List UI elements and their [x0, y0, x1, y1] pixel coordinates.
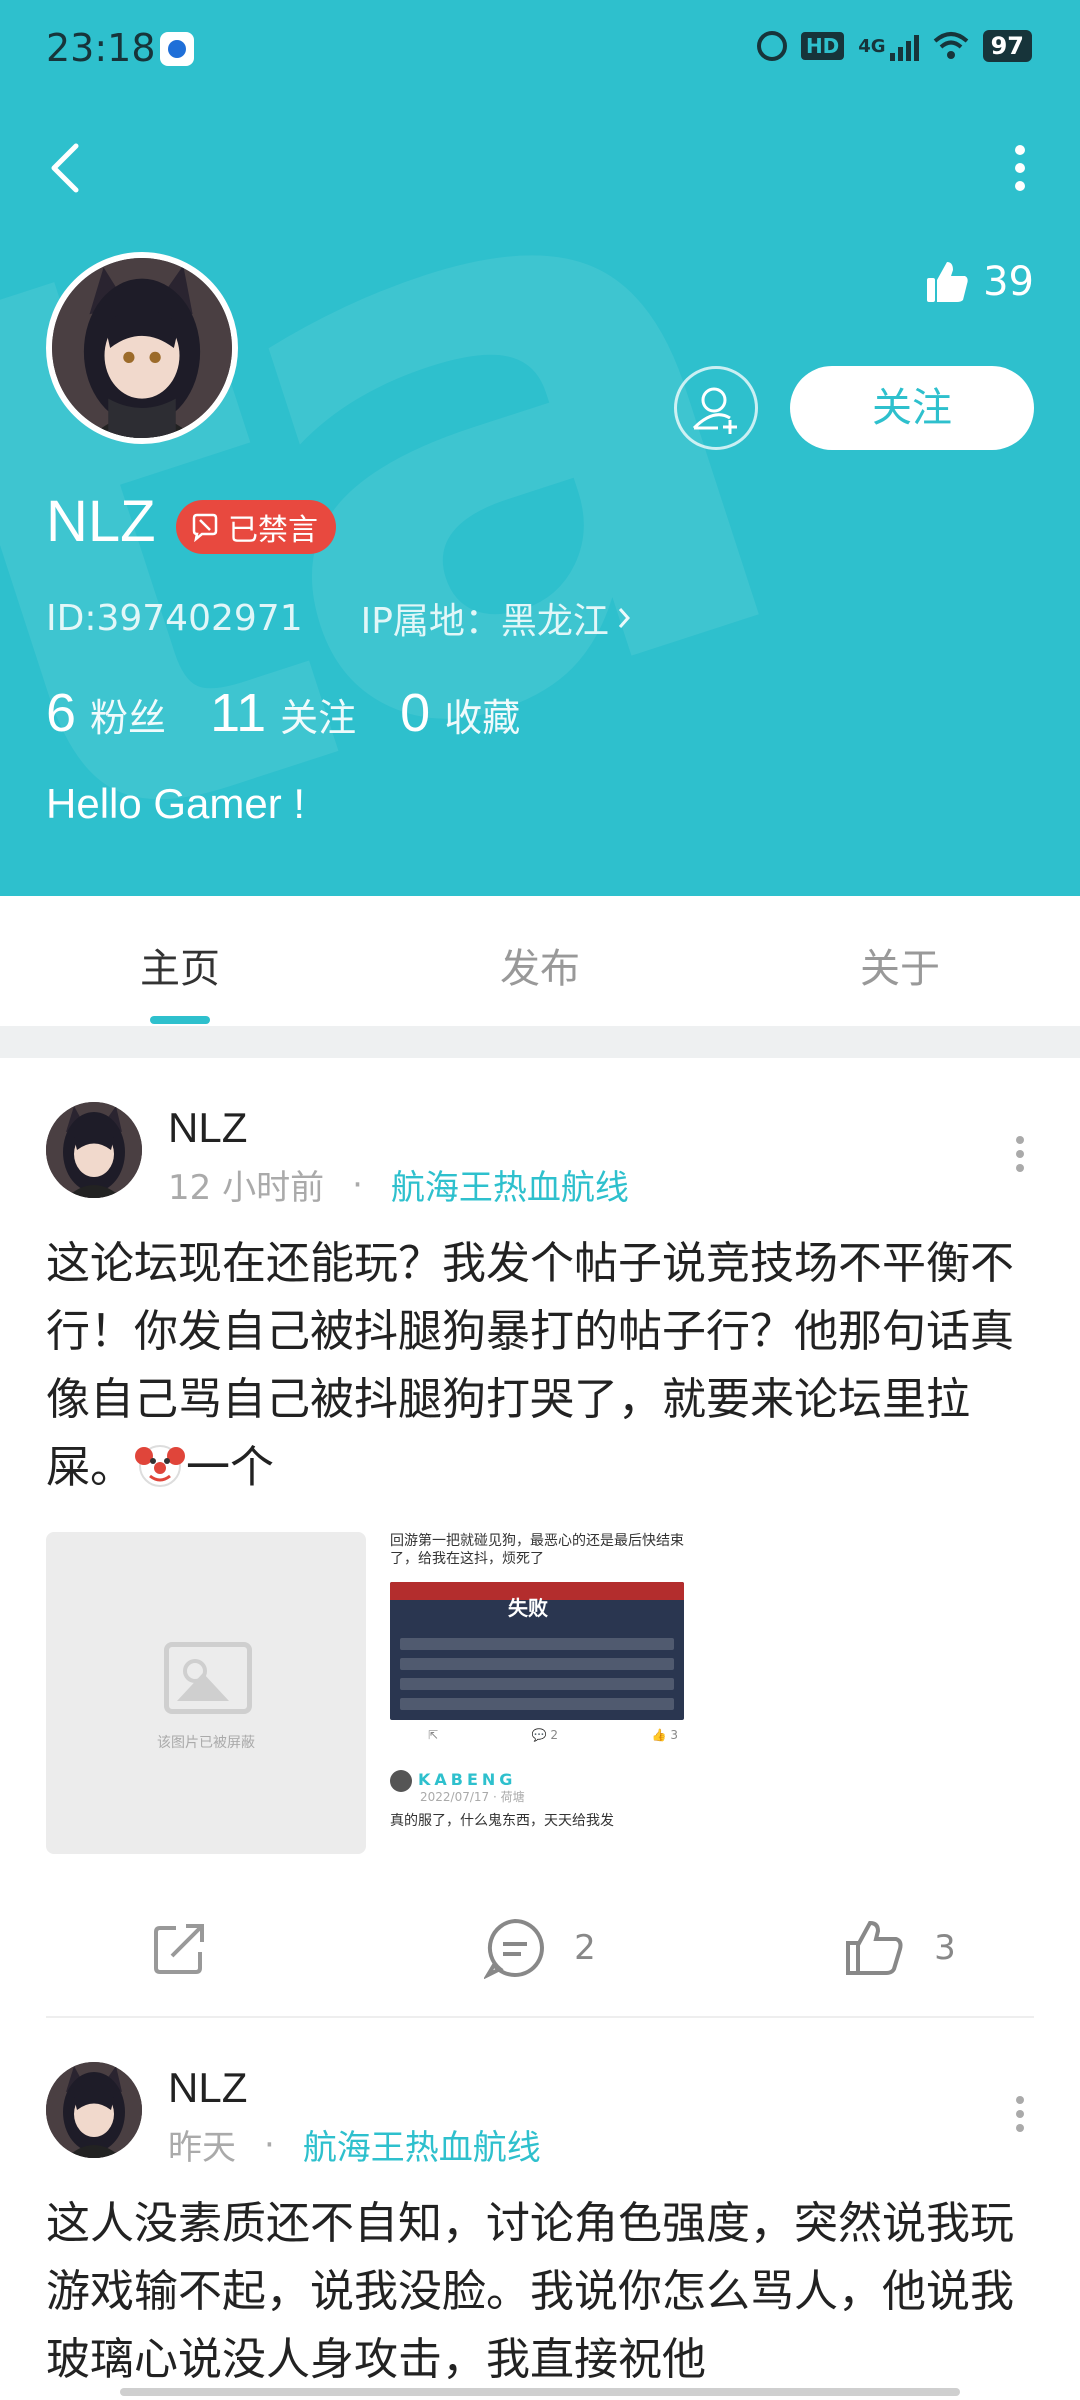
- clown-emoji-icon: [135, 1445, 185, 1487]
- post-card[interactable]: NLZ 昨天 · 航海王热血航线 这人没素质还不自知，讨论角色强度，突然说我玩游…: [0, 2018, 1080, 2400]
- more-options-icon[interactable]: [1010, 140, 1030, 196]
- screenshot-username: KABENG: [418, 1770, 517, 1789]
- chevron-right-icon: [618, 608, 630, 628]
- post-text-tail: 一个: [186, 1442, 274, 1493]
- screenshot-likes: 👍 3: [651, 1728, 678, 1742]
- post-more-icon[interactable]: [1012, 2094, 1028, 2134]
- screenshot-actions: ⇱ 💬 2 👍 3: [428, 1728, 678, 1742]
- post-forum-link[interactable]: 航海王热血航线: [303, 2120, 541, 2169]
- thumbs-up-icon: [846, 1920, 903, 1975]
- stat-label: 关注: [280, 696, 357, 740]
- profile-stats: 6 粉丝 11 关注 0 收藏: [46, 682, 520, 744]
- stat-number: 0: [400, 683, 431, 743]
- post-meta: 12 小时前 · 航海王热血航线: [168, 1160, 629, 1209]
- stat-number: 11: [210, 683, 267, 743]
- add-user-icon: [692, 387, 737, 434]
- tab-home[interactable]: 主页: [0, 896, 360, 1026]
- tab-posts[interactable]: 发布: [360, 896, 720, 1026]
- battery-icon: 97: [982, 30, 1032, 62]
- home-indicator[interactable]: [120, 2388, 960, 2396]
- profile-bio: Hello Gamer !: [46, 780, 306, 827]
- status-icons: HD 4G 97: [756, 30, 1032, 62]
- post-actions: 2 3: [0, 1898, 1080, 1998]
- screenshot-caption: 回游第一把就碰见狗，最恶心的还是最后快结束了，给我在这抖，烦死了: [390, 1533, 684, 1567]
- blocked-image[interactable]: 该图片已被屏蔽: [46, 1532, 366, 1854]
- profile-avatar[interactable]: [46, 252, 238, 444]
- tab-about[interactable]: 关于: [720, 896, 1080, 1026]
- image-placeholder-icon: [164, 1642, 252, 1714]
- post-card[interactable]: NLZ 12 小时前 · 航海王热血航线 这论坛现在还能玩？我发个帖子说竞技场不…: [0, 1058, 1080, 2018]
- id-line: ID:397402971 IP属地：黑龙江: [46, 592, 633, 644]
- comment-count: 2: [574, 1928, 596, 1968]
- hd-icon: HD: [800, 32, 845, 60]
- tab-label: 关于: [860, 946, 940, 992]
- stat-number: 6: [46, 683, 77, 743]
- post-more-icon[interactable]: [1012, 1134, 1028, 1174]
- active-tab-indicator: [150, 1016, 210, 1024]
- signal-icon: [889, 31, 919, 61]
- user-id: ID:397402971: [46, 597, 303, 639]
- wifi-icon: [933, 32, 968, 59]
- thumbs-up-icon: [927, 262, 968, 302]
- post-forum-link[interactable]: 航海王热血航线: [391, 1160, 629, 1209]
- section-divider: [0, 1026, 1080, 1058]
- follow-button[interactable]: 关注: [790, 366, 1034, 450]
- profile-username: NLZ: [46, 489, 156, 554]
- ip-location: IP属地：黑龙江: [360, 601, 609, 642]
- profile-tabs: 主页 发布 关于: [0, 896, 1080, 1026]
- alarm-icon: [756, 31, 787, 61]
- post-author-avatar[interactable]: [46, 1102, 142, 1198]
- status-time: 23:18: [46, 26, 156, 70]
- post-time: 昨天: [168, 2128, 236, 2168]
- blocked-image-label: 该图片已被屏蔽: [157, 1735, 255, 1751]
- screenshot-result-text: 失败: [508, 1596, 548, 1620]
- screenshot-text: 真的服了，什么鬼东西，天天给我发: [390, 1813, 614, 1829]
- tab-label: 主页: [140, 946, 220, 992]
- post-text: 这人没素质还不自知，讨论角色强度，突然说我玩游戏输不起，说我没脸。我说你怎么骂人…: [46, 2198, 1014, 2385]
- back-icon[interactable]: [46, 140, 86, 196]
- post-author-name[interactable]: NLZ: [168, 1104, 247, 1152]
- screenshot-date: 2022/07/17 · 荷塘: [420, 1790, 525, 1804]
- post-screenshot-image[interactable]: 回游第一把就碰见狗，最恶心的还是最后快结束了，给我在这抖，烦死了 失败 ⇱ 💬 …: [388, 1532, 694, 1854]
- likes-count: 39: [983, 259, 1034, 305]
- post-meta: 昨天 · 航海王热血航线: [168, 2120, 541, 2169]
- stat-label: 粉丝: [90, 696, 167, 740]
- banned-label: 已禁言: [228, 513, 318, 548]
- likes-counter[interactable]: 39: [923, 258, 1034, 306]
- share-icon: [154, 1924, 204, 1974]
- post-time: 12 小时前: [168, 1168, 325, 1208]
- screenshot-comments: 💬 2: [531, 1728, 559, 1742]
- avatar: [390, 1770, 412, 1792]
- app-notification-icon: [160, 32, 194, 66]
- profile-header: ta 23:18 HD 4G 97 39 关注 NLZ 已禁言 ID:39740…: [0, 0, 1080, 896]
- stat-following[interactable]: 11 关注: [210, 682, 356, 744]
- banned-badge: 已禁言: [176, 500, 336, 554]
- like-count: 3: [934, 1928, 956, 1968]
- post-images: 该图片已被屏蔽 回游第一把就碰见狗，最恶心的还是最后快结束了，给我在这抖，烦死了…: [46, 1532, 694, 1854]
- post-author-name[interactable]: NLZ: [168, 2064, 247, 2112]
- stat-fans[interactable]: 6 粉丝: [46, 682, 166, 744]
- ip-location-link[interactable]: IP属地：黑龙江: [361, 592, 633, 644]
- tab-label: 发布: [500, 946, 580, 992]
- comment-icon: [484, 1918, 545, 1979]
- share-button[interactable]: [0, 1898, 360, 1998]
- stat-favorites[interactable]: 0 收藏: [400, 682, 520, 744]
- share-icon: ⇱: [428, 1728, 439, 1742]
- post-author-avatar[interactable]: [46, 2062, 142, 2158]
- post-body: 这人没素质还不自知，讨论角色强度，突然说我玩游戏输不起，说我没脸。我说你怎么骂人…: [46, 2190, 1036, 2394]
- status-bar: 23:18 HD 4G 97: [0, 0, 1080, 100]
- mute-chat-icon: [192, 513, 218, 542]
- network-label: 4G: [858, 35, 886, 57]
- like-button[interactable]: 3: [720, 1898, 1080, 1998]
- post-body: 这论坛现在还能玩？我发个帖子说竞技场不平衡不行！你发自己被抖腿狗暴打的帖子行？他…: [46, 1230, 1036, 1502]
- comment-button[interactable]: 2: [360, 1898, 720, 1998]
- add-friend-button[interactable]: [674, 366, 802, 450]
- screenshot-game-view: 失败: [390, 1582, 684, 1720]
- stat-label: 收藏: [444, 696, 521, 740]
